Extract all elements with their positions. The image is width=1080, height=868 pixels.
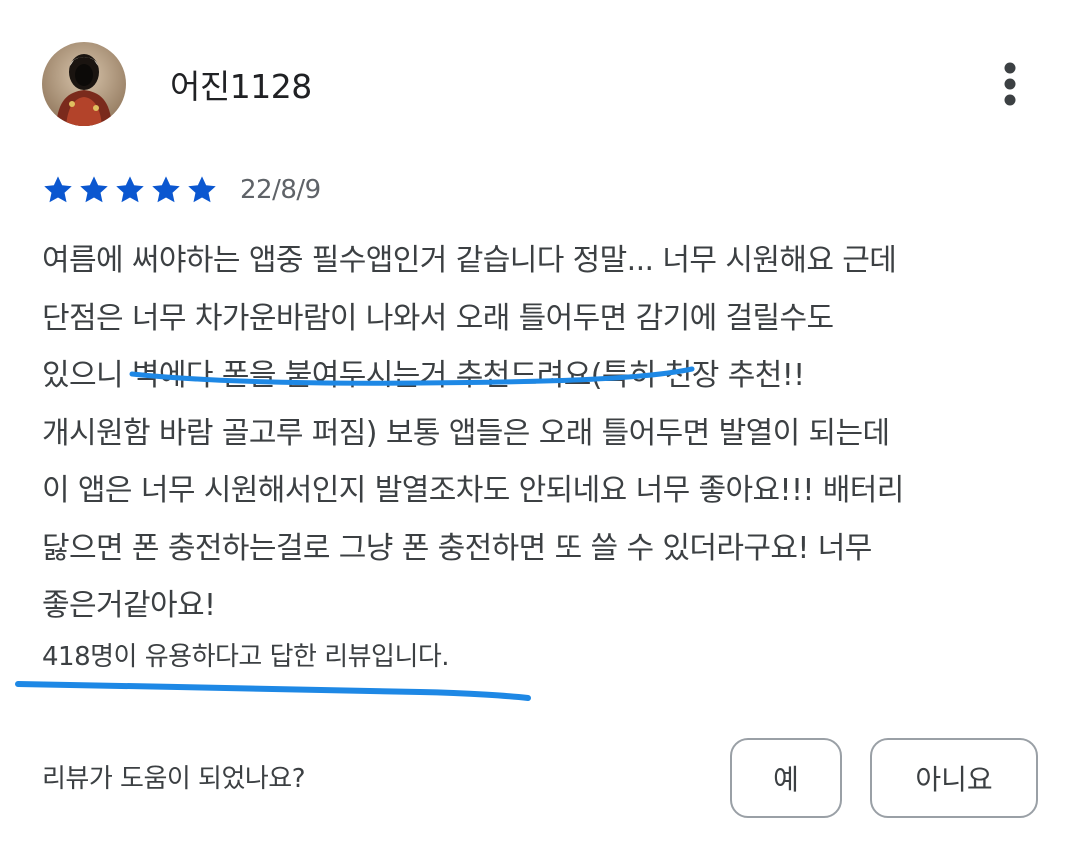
helpful-question: 리뷰가 도움이 되었나요? [42, 764, 306, 794]
star-icon [150, 174, 182, 206]
star-icon [114, 174, 146, 206]
star-icon [42, 174, 74, 206]
review-text-line: 이 앱은 너무 시원해서인지 발열조차도 안되네요 너무 좋아요!!! 배터리 [42, 473, 904, 508]
more-options-button[interactable] [990, 60, 1030, 108]
review-text-line: 단점은 너무 차가운바람이 나와서 오래 틀어두면 감기에 걸릴수도 [42, 300, 834, 336]
more-vert-icon [1004, 62, 1016, 106]
star-rating [42, 174, 218, 206]
review-text-line: 개시원함 바람 골고루 퍼짐) 보통 앱들은 오래 틀어두면 발열이 되는데 [42, 415, 890, 451]
review-header: 어진1128 [42, 42, 1042, 126]
review-text-line: 있으니 벽에다 폰을 붙여두시는거 추천드려요(특히 천장 추천!! [42, 358, 805, 393]
review-date: 22/8/9 [240, 175, 321, 205]
reviewer-name: 어진1128 [170, 67, 312, 106]
review-text-line: 여름에 써야하는 앱중 필수앱인거 같습니다 정말... 너무 시원해요 근데 [42, 243, 897, 278]
helpful-count: 418명이 유용하다고 답한 리뷰입니다. [42, 642, 450, 672]
review-text-line: 좋은거같아요! [42, 588, 216, 623]
review-card: 어진1128 22/8/9 여름에 써야하는 앱중 필수앱인거 같습니다 정말.… [0, 0, 1080, 868]
star-icon [78, 174, 110, 206]
avatar [42, 42, 126, 126]
no-button[interactable]: 아니요 [870, 738, 1038, 818]
yes-button[interactable]: 예 [730, 738, 842, 818]
rating-row: 22/8/9 [42, 170, 321, 210]
review-text: 여름에 써야하는 앱중 필수앱인거 같습니다 정말... 너무 시원해요 근데 … [42, 232, 1042, 635]
star-icon [186, 174, 218, 206]
review-text-line: 닳으면 폰 충전하는걸로 그냥 폰 충전하면 또 쓸 수 있더라구요! 너무 [42, 530, 872, 566]
